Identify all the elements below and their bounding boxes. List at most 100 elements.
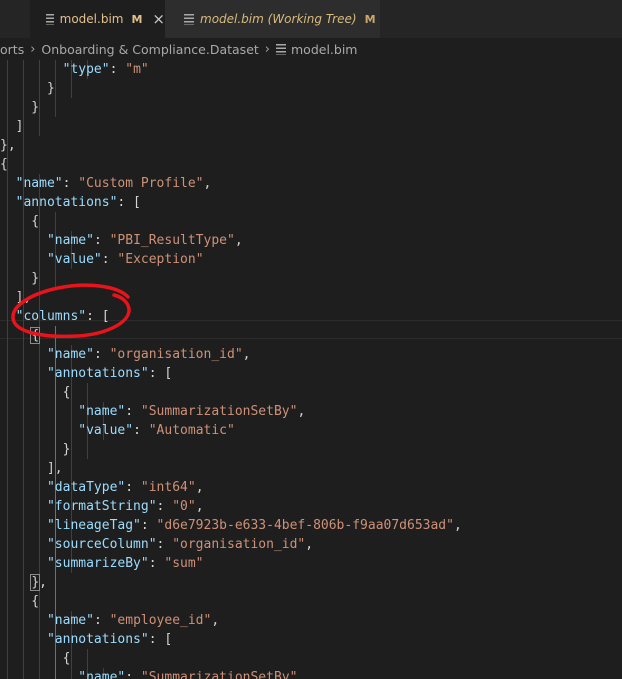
json-punctuation: :	[125, 670, 141, 679]
json-punctuation: {	[0, 157, 8, 172]
code-line[interactable]: },	[0, 136, 622, 155]
json-key: "name"	[46, 347, 94, 362]
code-line[interactable]: "columns": [	[0, 307, 622, 326]
code-line[interactable]: "name": "employee_id",	[0, 611, 622, 630]
code-line[interactable]: ]	[0, 117, 622, 136]
json-string: "d6e7923b-e633-4bef-806b-f9aa07d653ad"	[156, 518, 454, 533]
json-punctuation: {	[0, 594, 40, 609]
json-punctuation: : [	[148, 366, 173, 381]
tab-model-bim-working-tree[interactable]: model.bim (Working Tree) M	[165, 0, 380, 38]
json-key: "name"	[46, 613, 94, 628]
code-line[interactable]: "name": "SummarizationSetBy",	[0, 668, 622, 679]
json-punctuation: :	[93, 347, 110, 362]
tab-label: model.bim (Working Tree)	[200, 12, 357, 26]
code-line[interactable]: ],	[0, 288, 622, 307]
json-string: "sum"	[164, 556, 204, 571]
breadcrumb-item-dataset[interactable]: Onboarding & Compliance.Dataset	[41, 42, 258, 57]
breadcrumb: orts › Onboarding & Compliance.Dataset ›…	[0, 38, 622, 60]
json-punctuation	[0, 670, 78, 679]
json-punctuation: }	[0, 442, 71, 457]
json-string: "organisation_id"	[109, 347, 243, 362]
json-string: "organisation_id"	[172, 537, 306, 552]
breadcrumb-item-file[interactable]: model.bim	[291, 42, 357, 57]
code-line[interactable]: }	[0, 440, 622, 459]
json-punctuation	[0, 176, 16, 191]
json-punctuation: :	[93, 233, 110, 248]
json-key: "lineageTag"	[46, 518, 141, 533]
json-punctuation: }	[0, 100, 40, 115]
json-punctuation: ,	[242, 347, 251, 362]
code-line[interactable]: "sourceColumn": "organisation_id",	[0, 535, 622, 554]
json-key: "name"	[15, 176, 63, 191]
json-punctuation	[0, 233, 47, 248]
code-line[interactable]: "summarizeBy": "sum"	[0, 554, 622, 573]
tab-label: model.bim	[59, 12, 124, 26]
json-string: "Automatic"	[148, 423, 235, 438]
json-key: "type"	[62, 62, 110, 77]
json-punctuation: :	[125, 404, 141, 419]
close-icon[interactable]: ×	[152, 10, 165, 28]
code-line[interactable]: {	[0, 592, 622, 611]
json-punctuation	[0, 347, 47, 362]
code-line[interactable]: "name": "PBI_ResultType",	[0, 231, 622, 250]
chevron-right-icon: ›	[264, 41, 270, 57]
json-punctuation: ]	[0, 119, 24, 134]
code-line[interactable]: {	[0, 212, 622, 231]
code-line[interactable]: }	[0, 79, 622, 98]
code-editor[interactable]: "type": "m" } } ]}, { "name": "Custom Pro…	[0, 60, 622, 679]
json-string: "Custom Profile"	[78, 176, 204, 191]
json-punctuation: :	[101, 252, 118, 267]
json-key: "sourceColumn"	[46, 537, 157, 552]
code-line[interactable]: "value": "Automatic"	[0, 421, 622, 440]
breadcrumb-item-reports[interactable]: orts	[0, 42, 24, 57]
tab-model-bim[interactable]: model.bim M ×	[30, 0, 165, 38]
code-line[interactable]: {	[0, 649, 622, 668]
json-punctuation: },	[0, 138, 16, 153]
matched-bracket: {	[30, 327, 41, 344]
file-lines-icon	[276, 43, 286, 55]
code-line[interactable]: {	[0, 326, 622, 345]
json-punctuation	[0, 518, 47, 533]
json-key: "name"	[78, 670, 126, 679]
json-key: "name"	[78, 404, 126, 419]
code-line[interactable]: "type": "m"	[0, 60, 622, 79]
code-line[interactable]: "annotations": [	[0, 364, 622, 383]
code-line[interactable]: "annotations": [	[0, 630, 622, 649]
json-punctuation: ],	[0, 461, 63, 476]
json-punctuation: {	[0, 385, 71, 400]
json-punctuation: :	[140, 518, 157, 533]
code-line[interactable]: "value": "Exception"	[0, 250, 622, 269]
code-line[interactable]: "name": "SummarizationSetBy",	[0, 402, 622, 421]
code-line[interactable]: },	[0, 573, 622, 592]
json-punctuation	[0, 575, 31, 590]
code-line[interactable]: "lineageTag": "d6e7923b-e633-4bef-806b-f…	[0, 516, 622, 535]
code-line[interactable]: "formatString": "0",	[0, 497, 622, 516]
json-punctuation: ,	[297, 670, 306, 679]
json-punctuation	[0, 366, 47, 381]
code-lines[interactable]: "type": "m" } } ]}, { "name": "Custom Pro…	[0, 60, 622, 679]
code-line[interactable]: "name": "Custom Profile",	[0, 174, 622, 193]
code-line[interactable]: }	[0, 98, 622, 117]
json-string: "SummarizationSetBy"	[140, 670, 298, 679]
code-line[interactable]: ],	[0, 459, 622, 478]
code-line[interactable]: }	[0, 269, 622, 288]
json-string: "0"	[172, 499, 196, 514]
chevron-right-icon: ›	[30, 41, 36, 57]
code-line[interactable]: "dataType": "int64",	[0, 478, 622, 497]
code-line[interactable]: "annotations": [	[0, 193, 622, 212]
matched-bracket: }	[30, 574, 41, 591]
json-key: "formatString"	[46, 499, 157, 514]
json-punctuation: ,	[305, 537, 314, 552]
json-punctuation: : [	[148, 632, 173, 647]
json-punctuation: :	[133, 423, 149, 438]
code-line[interactable]: {	[0, 383, 622, 402]
json-punctuation: ,	[297, 404, 306, 419]
json-string: "SummarizationSetBy"	[140, 404, 298, 419]
json-punctuation: ,	[195, 480, 204, 495]
json-punctuation: :	[62, 176, 79, 191]
json-punctuation: :	[109, 62, 126, 77]
json-punctuation	[0, 556, 47, 571]
code-line[interactable]: "name": "organisation_id",	[0, 345, 622, 364]
code-line[interactable]: {	[0, 155, 622, 174]
json-punctuation: }	[0, 81, 55, 96]
